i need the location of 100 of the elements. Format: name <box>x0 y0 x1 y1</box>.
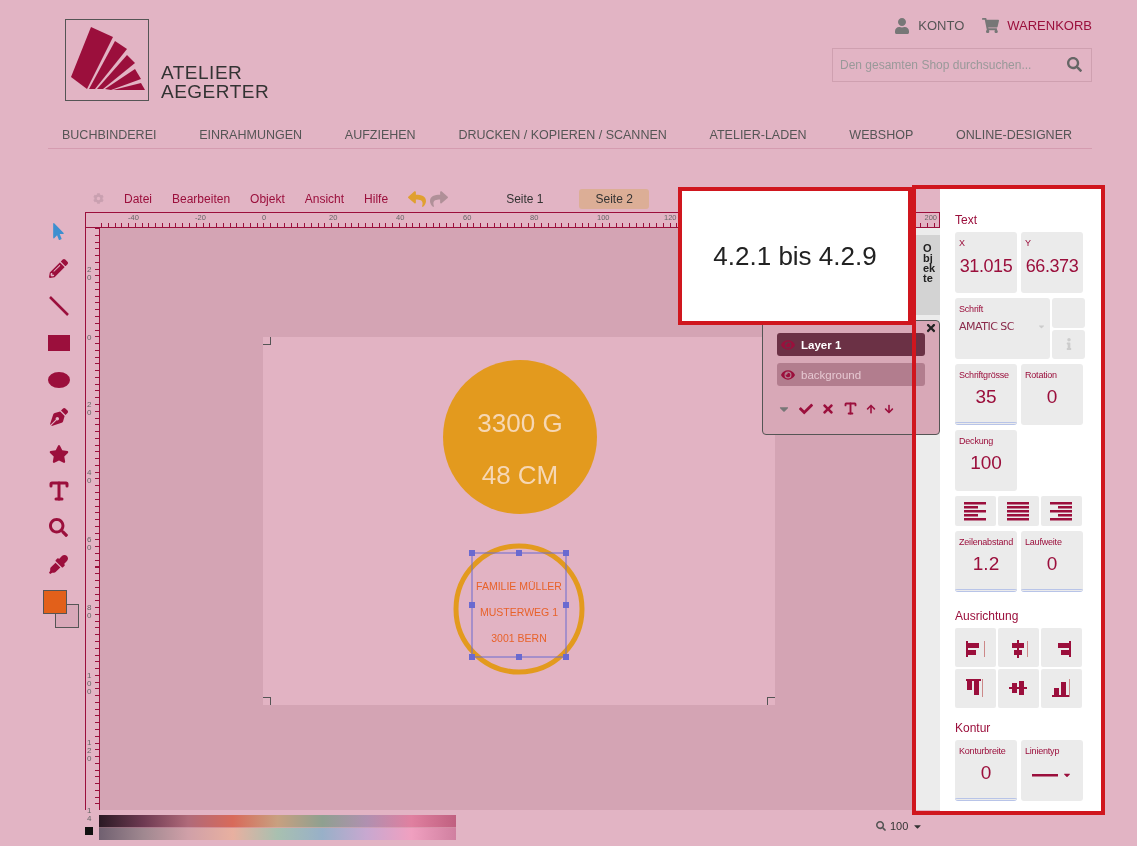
field-value: 100 <box>970 452 1002 474</box>
value-card[interactable]: Laufweite 0 <box>1021 531 1083 592</box>
value-card[interactable]: Schriftgrösse 35 <box>955 364 1017 425</box>
text-align-button[interactable] <box>1041 496 1082 526</box>
nav-link[interactable]: ONLINE-DESIGNER <box>956 128 1072 142</box>
field-value: 35 <box>975 386 997 408</box>
check-icon[interactable] <box>799 401 813 416</box>
search-icon[interactable] <box>46 516 71 539</box>
logo-text: AEGERTER <box>161 82 270 101</box>
align-top-icon <box>965 678 986 699</box>
field-label: Schrift <box>959 304 984 314</box>
resize-handle[interactable] <box>469 654 475 660</box>
field-label: Deckung <box>958 436 994 446</box>
resize-handle[interactable] <box>469 602 475 608</box>
nav-link[interactable]: DRUCKEN / KOPIEREN / SCANNEN <box>458 128 667 142</box>
menu-item[interactable]: Ansicht <box>304 191 345 206</box>
arrow-down-icon[interactable] <box>884 403 894 414</box>
menu-item[interactable]: Hilfe <box>364 191 389 206</box>
field-value: 31.015 <box>959 256 1013 277</box>
menu-item[interactable]: Datei <box>124 191 152 206</box>
object-align-button[interactable] <box>998 628 1039 667</box>
cart-link[interactable]: WARENKORB <box>982 17 1092 34</box>
menu-item[interactable]: Objekt <box>250 191 285 206</box>
resize-handle[interactable] <box>563 654 569 660</box>
ruler-label: 0 <box>87 333 93 342</box>
search-field[interactable]: Den gesamten Shop durchsuchen... <box>832 48 1092 82</box>
ruler-label: 14 <box>87 806 93 823</box>
layer-item[interactable]: Layer 1 <box>777 333 925 356</box>
ruler-label: 60 <box>87 536 93 553</box>
nav-link[interactable]: ATELIER-LADEN <box>709 128 807 142</box>
line-icon[interactable] <box>46 294 71 317</box>
ruler-label: 80 <box>87 604 93 620</box>
cart-icon <box>982 17 1000 34</box>
close-icon[interactable] <box>821 401 835 416</box>
annotation-label: 4.2.1 bis 4.2.9 <box>678 187 912 325</box>
nav-link[interactable]: WEBSHOP <box>849 128 914 142</box>
crop-mark-icon <box>767 697 775 705</box>
search-icon[interactable] <box>1067 57 1082 72</box>
color-palette[interactable] <box>99 815 456 840</box>
ruler-label: 20 <box>87 401 93 418</box>
close-icon[interactable] <box>925 322 937 334</box>
object-align-button[interactable] <box>955 669 996 708</box>
layer-name: Layer 1 <box>801 338 842 351</box>
nav-link[interactable]: AUFZIEHEN <box>344 128 416 142</box>
pencil-icon[interactable] <box>46 257 71 280</box>
object-align-button[interactable] <box>998 669 1039 708</box>
align-bottom-icon <box>1051 678 1072 699</box>
ruler-label: 40 <box>87 468 93 485</box>
arrow-up-icon[interactable] <box>866 403 876 414</box>
nav-link[interactable]: BUCHBINDEREI <box>62 128 157 142</box>
value-card[interactable]: Y 66.373 <box>1021 232 1083 293</box>
eyedropper-icon[interactable] <box>46 553 71 576</box>
resize-handle[interactable] <box>469 550 475 556</box>
value-card[interactable]: Rotation 0 <box>1021 364 1083 425</box>
object-align-button[interactable] <box>955 628 996 667</box>
section-title: Text <box>955 213 978 227</box>
field-value: AMATIC SC <box>959 320 1014 333</box>
value-card[interactable]: Zeilenabstand 1.2 <box>955 531 1017 592</box>
resize-handle[interactable] <box>563 602 569 608</box>
value-card[interactable]: Konturbreite 0 <box>955 740 1017 801</box>
zoom-control[interactable]: 100 <box>876 820 924 832</box>
page-tab[interactable]: Seite 1 <box>490 188 560 209</box>
field-label: Schriftgrösse <box>958 370 1009 380</box>
align-right-icon <box>1049 501 1074 521</box>
logo-text: ATELIER <box>161 63 244 82</box>
section-title: Kontur <box>955 721 992 735</box>
object-align-button[interactable] <box>1041 628 1082 667</box>
resize-handle[interactable] <box>516 654 522 660</box>
crop-mark-icon <box>263 697 271 705</box>
resize-handle[interactable] <box>563 550 569 556</box>
text-icon[interactable] <box>843 401 858 416</box>
field-value: 0 <box>980 762 992 784</box>
font-select[interactable]: Schrift AMATIC SC <box>955 298 1050 359</box>
color-swatch[interactable] <box>85 827 93 835</box>
field-value: 0 <box>1046 553 1058 575</box>
account-link[interactable]: KONTO <box>894 17 965 34</box>
line-type-select[interactable]: Linientyp <box>1021 740 1083 801</box>
object-align-button[interactable] <box>1041 669 1082 708</box>
field-label: Y <box>1024 238 1031 248</box>
ruler-label: 20 <box>87 266 93 282</box>
line-style-icon <box>1032 773 1058 777</box>
field-label: Laufweite <box>1024 537 1062 547</box>
field-value: 66.373 <box>1025 256 1079 277</box>
page-tab[interactable]: Seite 2 <box>579 188 649 209</box>
nav-link[interactable]: EINRAHMUNGEN <box>199 128 303 142</box>
value-card[interactable]: Deckung 100 <box>955 430 1017 491</box>
menu-item[interactable]: Bearbeiten <box>172 191 231 206</box>
logo-icon[interactable] <box>65 19 149 101</box>
field-label: X <box>958 238 965 248</box>
objects-tab[interactable]: Objekte <box>915 235 940 315</box>
crop-mark-icon <box>263 337 271 345</box>
section-title: Ausrichtung <box>955 609 1020 623</box>
value-card[interactable]: X 31.015 <box>955 232 1017 293</box>
text-align-button[interactable] <box>998 496 1039 526</box>
field-value: 1.2 <box>972 553 1000 575</box>
text-align-button[interactable] <box>955 496 996 526</box>
eye-icon[interactable] <box>781 367 795 382</box>
search-icon <box>876 821 886 831</box>
resize-handle[interactable] <box>516 550 522 556</box>
layer-name: background <box>801 368 862 381</box>
